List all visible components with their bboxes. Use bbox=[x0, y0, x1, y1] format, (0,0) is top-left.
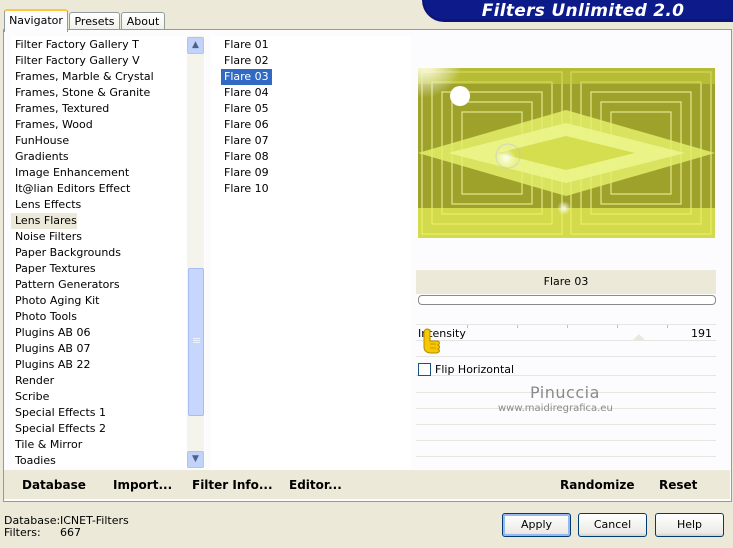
progress-bar bbox=[418, 295, 716, 305]
category-item[interactable]: Image Enhancement bbox=[11, 165, 129, 181]
preview-image bbox=[418, 68, 715, 238]
hand-pointer-icon bbox=[421, 327, 445, 361]
category-item[interactable]: Plugins AB 22 bbox=[11, 357, 90, 373]
category-item[interactable]: Photo Aging Kit bbox=[11, 293, 99, 309]
category-item[interactable]: FunHouse bbox=[11, 133, 69, 149]
import-button[interactable]: Import... bbox=[113, 478, 172, 492]
category-item[interactable]: Paper Textures bbox=[11, 261, 96, 277]
watermark-url: www.maidiregrafica.eu bbox=[498, 403, 613, 414]
category-list[interactable]: Filter Factory Gallery T Filter Factory G… bbox=[11, 36, 205, 468]
category-item[interactable]: Render bbox=[11, 373, 54, 389]
grip-line bbox=[193, 340, 200, 341]
param-row bbox=[416, 309, 716, 325]
category-item[interactable]: Noise Filters bbox=[11, 229, 82, 245]
category-item[interactable]: Toadies bbox=[11, 453, 56, 468]
category-scrollbar[interactable]: ▲ ▼ bbox=[187, 36, 204, 468]
category-item[interactable]: Photo Tools bbox=[11, 309, 77, 325]
category-item[interactable]: Paper Backgrounds bbox=[11, 245, 121, 261]
category-item[interactable]: Special Effects 1 bbox=[11, 405, 106, 421]
scroll-thumb[interactable] bbox=[188, 268, 204, 416]
slider-tick bbox=[567, 325, 568, 328]
category-item[interactable]: It@lian Editors Effect bbox=[11, 181, 130, 197]
category-item[interactable]: Gradients bbox=[11, 149, 69, 165]
database-button[interactable]: Database bbox=[22, 478, 86, 492]
category-item[interactable]: Filter Factory Gallery V bbox=[11, 53, 140, 69]
category-item[interactable]: Plugins AB 07 bbox=[11, 341, 90, 357]
banner-title: Filters Unlimited 2.0 bbox=[481, 1, 685, 21]
category-item[interactable]: Lens Flares bbox=[11, 213, 77, 229]
category-item[interactable]: Lens Effects bbox=[11, 197, 81, 213]
category-item[interactable]: Tile & Mirror bbox=[11, 437, 82, 453]
apply-button[interactable]: Apply bbox=[502, 513, 571, 537]
preview-filter-name: Flare 03 bbox=[543, 275, 589, 288]
slider-tick bbox=[467, 325, 468, 328]
filters-count-value: 667 bbox=[60, 526, 81, 539]
editor-button[interactable]: Editor... bbox=[289, 478, 342, 492]
filter-item[interactable]: Flare 03 bbox=[221, 69, 272, 85]
filter-item[interactable]: Flare 09 bbox=[221, 165, 272, 181]
cancel-button[interactable]: Cancel bbox=[578, 513, 647, 537]
filter-info-button[interactable]: Filter Info... bbox=[192, 478, 273, 492]
category-item[interactable]: Frames, Textured bbox=[11, 101, 109, 117]
randomize-button[interactable]: Randomize bbox=[560, 478, 634, 492]
category-item[interactable]: Frames, Marble & Crystal bbox=[11, 69, 154, 85]
slider-tick bbox=[667, 325, 668, 328]
grip-line bbox=[193, 342, 200, 343]
category-item[interactable]: Scribe bbox=[11, 389, 49, 405]
grip-line bbox=[193, 338, 200, 339]
tab-navigator[interactable]: Navigator bbox=[4, 9, 68, 32]
reset-button[interactable]: Reset bbox=[659, 478, 697, 492]
filter-item[interactable]: Flare 05 bbox=[221, 101, 272, 117]
flip-horizontal-checkbox[interactable] bbox=[418, 363, 431, 376]
category-item[interactable]: Plugins AB 06 bbox=[11, 325, 90, 341]
filter-item[interactable]: Flare 01 bbox=[221, 37, 272, 53]
filter-item[interactable]: Flare 06 bbox=[221, 117, 272, 133]
slider-thumb[interactable] bbox=[632, 334, 646, 341]
filter-item[interactable]: Flare 07 bbox=[221, 133, 272, 149]
category-item[interactable]: Special Effects 2 bbox=[11, 421, 106, 437]
tab-about[interactable]: About bbox=[121, 12, 165, 30]
intensity-value[interactable]: 191 bbox=[680, 327, 712, 340]
filter-item[interactable]: Flare 02 bbox=[221, 53, 272, 69]
tab-presets[interactable]: Presets bbox=[69, 12, 120, 30]
category-item[interactable]: Filter Factory Gallery T bbox=[11, 37, 139, 53]
filter-item[interactable]: Flare 10 bbox=[221, 181, 272, 197]
filter-item[interactable]: Flare 04 bbox=[221, 85, 272, 101]
param-row bbox=[416, 341, 716, 357]
category-item[interactable]: Pattern Generators bbox=[11, 277, 120, 293]
help-button[interactable]: Help bbox=[655, 513, 724, 537]
filters-count-label: Filters: bbox=[4, 526, 41, 539]
watermark-name: Pinuccia bbox=[530, 383, 600, 402]
category-item[interactable]: Frames, Stone & Granite bbox=[11, 85, 150, 101]
filter-item[interactable]: Flare 08 bbox=[221, 149, 272, 165]
category-item[interactable]: Frames, Wood bbox=[11, 117, 93, 133]
slider-tick bbox=[617, 325, 618, 328]
param-row bbox=[416, 441, 716, 457]
scroll-up-icon[interactable]: ▲ bbox=[187, 37, 204, 54]
filter-list[interactable]: Flare 01 Flare 02 Flare 03 Flare 04 Flare 05… bbox=[211, 36, 411, 496]
scroll-down-icon[interactable]: ▼ bbox=[187, 451, 204, 468]
flip-horizontal-label: Flip Horizontal bbox=[435, 363, 515, 376]
param-row bbox=[416, 425, 716, 441]
slider-tick bbox=[517, 325, 518, 328]
